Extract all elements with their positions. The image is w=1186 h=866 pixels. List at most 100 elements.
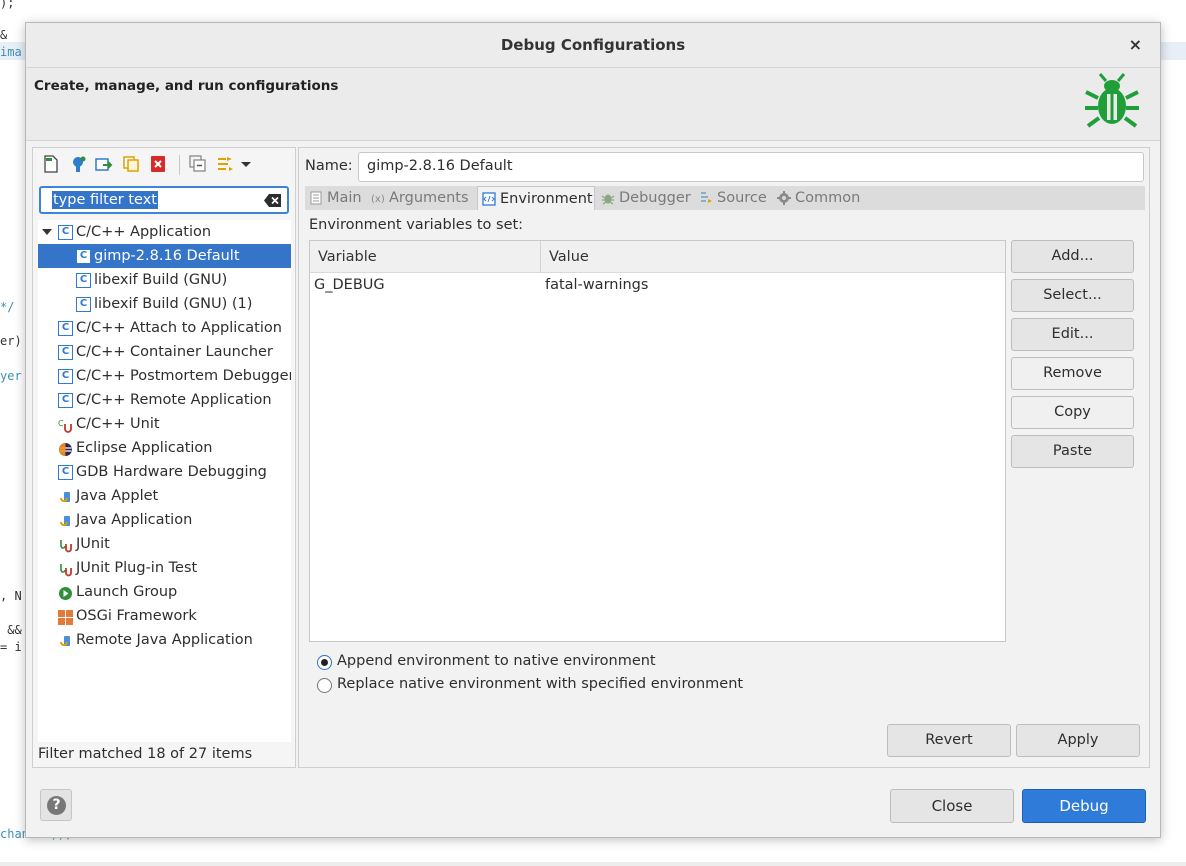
debug-configurations-dialog: Debug Configurations × Create, manage, a… bbox=[25, 22, 1161, 838]
close-icon[interactable]: × bbox=[1129, 35, 1142, 54]
filter-input[interactable]: type filter text bbox=[39, 186, 289, 214]
tab-debugger[interactable]: Debugger bbox=[597, 186, 693, 210]
delete-configuration-icon[interactable] bbox=[149, 155, 167, 173]
tree-item[interactable]: C C/C++ Remote Application bbox=[38, 388, 291, 412]
code-fragment: = i bbox=[0, 640, 22, 654]
launch-group-icon bbox=[58, 585, 73, 600]
replace-radio-label[interactable]: Replace native environment with specifie… bbox=[337, 676, 743, 692]
select-button[interactable]: Select... bbox=[1011, 279, 1134, 312]
tree-item[interactable]: C C/C++ Unit bbox=[38, 412, 291, 436]
c-config-icon: C bbox=[76, 297, 91, 312]
tree-item-label: Eclipse Application bbox=[76, 440, 213, 456]
tree-item[interactable]: Eclipse Application bbox=[38, 436, 291, 460]
tree-item-label: libexif Build (GNU) bbox=[94, 272, 228, 288]
code-fragment: ima bbox=[0, 45, 22, 59]
tree-item-label: C/C++ Attach to Application bbox=[76, 320, 282, 336]
tree-item[interactable]: JUnit bbox=[38, 532, 291, 556]
tab-arguments[interactable]: (x)= Arguments bbox=[367, 186, 475, 210]
view-menu-chevron-down-icon[interactable] bbox=[237, 155, 255, 173]
dialog-subtitle: Create, manage, and run configurations bbox=[34, 78, 339, 94]
configuration-list-panel: type filter text C C/C++ Application Cgimp… bbox=[32, 147, 296, 768]
toolbar-separator bbox=[179, 155, 180, 175]
code-fragment: yer bbox=[0, 369, 22, 383]
config-toolbar bbox=[33, 148, 295, 182]
c-config-icon: C bbox=[58, 465, 73, 480]
c-config-icon: C bbox=[58, 225, 73, 240]
c-config-icon: C bbox=[58, 369, 73, 384]
append-radio-label[interactable]: Append environment to native environment bbox=[337, 653, 656, 669]
cunit-icon: C bbox=[58, 417, 73, 433]
edit-button[interactable]: Edit... bbox=[1011, 318, 1134, 351]
c-config-icon: C bbox=[76, 273, 91, 288]
tree-item[interactable]: Clibexif Build (GNU) (1) bbox=[38, 292, 291, 316]
tree-item[interactable]: C C/C++ Container Launcher bbox=[38, 340, 291, 364]
code-fragment: & bbox=[0, 28, 8, 42]
column-header-value[interactable]: Value bbox=[549, 249, 589, 265]
tree-item-label: C/C++ Container Launcher bbox=[76, 344, 273, 360]
filter-configurations-icon[interactable] bbox=[216, 155, 234, 173]
tab-label: Arguments bbox=[389, 190, 469, 206]
clear-filter-icon[interactable] bbox=[264, 194, 281, 207]
tree-item[interactable]: Launch Group bbox=[38, 580, 291, 604]
table-row[interactable]: G_DEBUG fatal-warnings bbox=[310, 273, 1005, 299]
c-config-icon: C bbox=[58, 345, 73, 360]
code-fragment: && bbox=[0, 623, 22, 637]
tree-item[interactable]: C GDB Hardware Debugging bbox=[38, 460, 291, 484]
dialog-title: Debug Configurations bbox=[500, 36, 686, 54]
env-variables-table[interactable]: Variable Value G_DEBUG fatal-warnings bbox=[309, 240, 1006, 642]
editor-bottom-bar bbox=[0, 862, 1186, 866]
tab-common[interactable]: Common bbox=[773, 186, 865, 210]
code-fragment: ); bbox=[0, 0, 15, 10]
configuration-tree[interactable]: C C/C++ Application Cgimp-2.8.16 Default Cl… bbox=[38, 220, 291, 742]
expand-chevron-icon[interactable] bbox=[42, 229, 52, 235]
apply-button[interactable]: Apply bbox=[1016, 724, 1140, 757]
tree-item[interactable]: OSGi Framework bbox=[38, 604, 291, 628]
help-button[interactable]: ? bbox=[40, 789, 72, 821]
table-header: Variable Value bbox=[310, 241, 1005, 273]
tree-item[interactable]: Clibexif Build (GNU) bbox=[38, 268, 291, 292]
tree-item[interactable]: Remote Java Application bbox=[38, 628, 291, 652]
close-button[interactable]: Close bbox=[890, 789, 1014, 823]
column-header-variable[interactable]: Variable bbox=[318, 249, 377, 265]
add-button[interactable]: Add... bbox=[1011, 240, 1134, 273]
common-tab-gear-icon bbox=[777, 191, 791, 205]
tree-item-label: C/C++ Unit bbox=[76, 416, 160, 432]
duplicate-configuration-icon[interactable] bbox=[122, 155, 140, 173]
new-configuration-icon[interactable] bbox=[42, 155, 60, 173]
tab-label: Environment bbox=[500, 191, 593, 207]
column-divider[interactable] bbox=[540, 241, 541, 273]
filter-input-text[interactable]: type filter text bbox=[52, 191, 158, 209]
tree-item[interactable]: C C/C++ Attach to Application bbox=[38, 316, 291, 340]
tree-item-label: GDB Hardware Debugging bbox=[76, 464, 267, 480]
tree-item[interactable]: C C/C++ Postmortem Debugger bbox=[38, 364, 291, 388]
tree-item-label: C/C++ Application bbox=[76, 224, 212, 240]
paste-button[interactable]: Paste bbox=[1011, 435, 1134, 468]
main-tab-icon bbox=[310, 191, 322, 205]
debug-button[interactable]: Debug bbox=[1022, 789, 1146, 823]
export-configuration-icon[interactable] bbox=[95, 155, 113, 173]
tab-label: Debugger bbox=[619, 190, 691, 206]
tab-main[interactable]: Main bbox=[305, 186, 365, 210]
java-icon bbox=[58, 489, 73, 504]
env-variables-label: Environment variables to set: bbox=[309, 217, 524, 233]
tree-item-label: C/C++ Remote Application bbox=[76, 392, 272, 408]
cell-variable: G_DEBUG bbox=[314, 277, 385, 293]
tree-item-label: C/C++ Postmortem Debugger bbox=[76, 368, 291, 384]
tree-item[interactable]: C C/C++ Application bbox=[38, 220, 291, 244]
replace-radio[interactable] bbox=[317, 678, 332, 693]
tree-item[interactable]: Cgimp-2.8.16 Default bbox=[38, 244, 291, 268]
tree-item[interactable]: JUnit Plug-in Test bbox=[38, 556, 291, 580]
name-field[interactable]: gimp-2.8.16 Default bbox=[358, 152, 1144, 182]
collapse-all-icon[interactable] bbox=[189, 155, 207, 173]
tab-source[interactable]: Source bbox=[695, 186, 771, 210]
tree-item[interactable]: Java Application bbox=[38, 508, 291, 532]
tab-environment[interactable]: Environment bbox=[477, 186, 595, 210]
append-radio[interactable] bbox=[317, 655, 332, 670]
revert-button[interactable]: Revert bbox=[887, 724, 1011, 757]
copy-button[interactable]: Copy bbox=[1011, 396, 1134, 429]
svg-text:(x)=: (x)= bbox=[371, 194, 385, 205]
tree-item[interactable]: Java Applet bbox=[38, 484, 291, 508]
new-prototype-icon[interactable] bbox=[69, 155, 87, 173]
bug-icon bbox=[1085, 73, 1139, 128]
remove-button[interactable]: Remove bbox=[1011, 357, 1134, 390]
